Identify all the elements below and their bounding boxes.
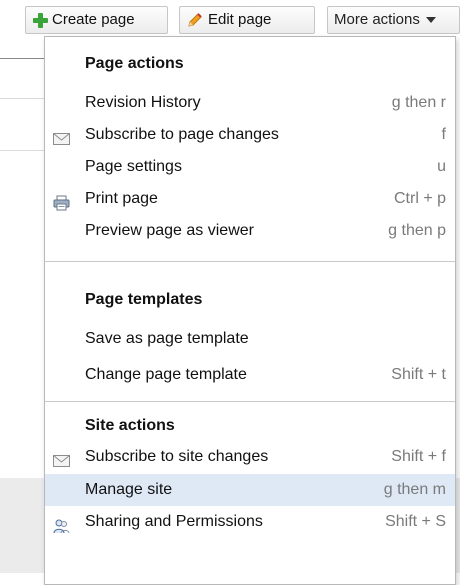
edit-page-label: Edit page	[208, 11, 272, 28]
create-page-label: Create page	[52, 11, 135, 28]
menu-item-revision-history[interactable]: Revision History g then r	[45, 87, 455, 119]
plus-icon	[32, 12, 48, 28]
menu-item-manage-site[interactable]: Manage site g then m	[45, 474, 455, 506]
menu-item-change-template[interactable]: Change page template Shift + t	[45, 359, 455, 391]
pencil-icon	[186, 11, 204, 29]
envelope-icon	[53, 449, 70, 467]
page-toolbar: Create page Edit page More actions	[0, 6, 460, 36]
section-header-page-templates: Page templates	[85, 291, 203, 308]
page-divider	[0, 58, 44, 59]
menu-item-subscribe-page[interactable]: Subscribe to page changes f	[45, 119, 455, 151]
page-divider	[0, 150, 44, 151]
envelope-icon	[53, 127, 70, 145]
menu-item-print-page[interactable]: Print page Ctrl + p	[45, 183, 455, 215]
more-actions-button[interactable]: More actions	[327, 6, 460, 34]
users-icon	[53, 514, 70, 534]
menu-item-save-as-template[interactable]: Save as page template	[45, 323, 455, 355]
page-divider	[0, 98, 44, 99]
printer-icon	[53, 191, 70, 211]
create-page-button[interactable]: Create page	[25, 6, 168, 34]
menu-item-preview-as-viewer[interactable]: Preview page as viewer g then p	[45, 215, 455, 247]
menu-divider	[45, 261, 455, 262]
chevron-down-icon	[425, 17, 436, 23]
menu-divider	[45, 401, 455, 402]
menu-item-subscribe-site[interactable]: Subscribe to site changes Shift + f	[45, 441, 455, 473]
section-header-site-actions: Site actions	[85, 417, 175, 434]
more-actions-label: More actions	[334, 11, 420, 28]
section-header-page-actions: Page actions	[85, 55, 184, 72]
menu-item-page-settings[interactable]: Page settings u	[45, 151, 455, 183]
more-actions-menu: Page actions Revision History g then r S…	[44, 36, 456, 585]
menu-item-sharing-permissions[interactable]: Sharing and Permissions Shift + S	[45, 506, 455, 538]
edit-page-button[interactable]: Edit page	[179, 6, 315, 34]
